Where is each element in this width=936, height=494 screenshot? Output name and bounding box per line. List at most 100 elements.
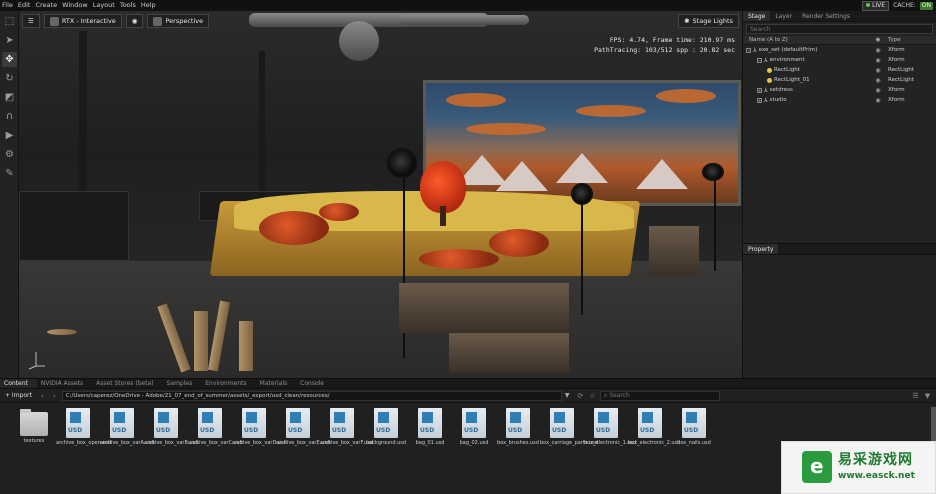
rotate-tool-icon[interactable]: ↻ [2,71,17,86]
stage-row-exe-set[interactable]: − ⅄ exe_set (defaultPrim) ◉ Xform [743,45,936,55]
scene-bush [259,211,329,245]
search-icon: ⌕ [603,391,608,399]
usd-badge: USD [332,427,347,434]
tab-asset-stores[interactable]: Asset Stores (beta) [92,379,162,388]
tab-console[interactable]: Console [296,379,333,388]
import-button[interactable]: + Import [2,392,35,399]
visibility-eye-icon[interactable]: ◉ [871,47,885,54]
usd-file-icon: USD [550,408,574,438]
asset-label: archive_box_varB.usd [144,440,199,446]
forward-arrow-icon[interactable]: › [50,392,59,400]
scene-bush [489,229,549,257]
usd-file-item[interactable]: USD background.usd [364,405,408,459]
content-search-input[interactable] [609,392,719,399]
menu-tools[interactable]: Tools [118,0,139,11]
column-type[interactable]: Type [885,37,936,43]
settings-button[interactable]: ☰ [22,14,40,28]
scene-cloud [576,105,646,117]
usd-file-item[interactable]: USD archive_box_varE.usd [276,405,330,459]
menu-edit[interactable]: Edit [16,0,34,11]
tab-layer[interactable]: Layer [770,11,797,21]
camera-icon [153,16,163,26]
dropdown-icon[interactable]: ▼ [565,392,573,399]
usd-file-icon: USD [418,408,442,438]
tab-property[interactable]: Property [743,244,779,254]
live-button[interactable]: LIVE [862,0,890,11]
visibility-eye-icon[interactable]: ◉ [871,67,885,74]
filter-icon[interactable]: ▼ [923,392,932,400]
stage-search-input[interactable] [750,25,932,33]
render-mode-button[interactable]: RTX - Interactive [43,14,122,28]
menu-file[interactable]: File [0,0,16,11]
bookmark-icon[interactable]: ☆ [588,392,597,400]
live-indicator-icon [866,3,871,7]
usd-file-item[interactable]: USD box_brushes.usd [496,405,540,459]
visibility-eye-icon[interactable]: ◉ [871,77,885,84]
stage-row-rectlight-01[interactable]: RectLight_01 ◉ RectLight [743,75,936,85]
expand-icon[interactable]: + [757,97,762,103]
scene-pillar [259,51,265,201]
property-panel: Property [742,243,936,378]
scene-wood [239,321,253,371]
usd-file-item[interactable]: USD archive_box_varB.usd [144,405,199,459]
usd-file-item[interactable]: USD bag_01.usd [408,405,452,459]
viewport[interactable]: ☰ RTX - Interactive ◉ Perspective ✺ Stag… [19,11,742,378]
usd-file-item[interactable]: USD archive_box_varA.usd [100,405,154,459]
usd-file-icon: USD [330,408,354,438]
menu-layout[interactable]: Layout [91,0,118,11]
usd-file-item[interactable]: USD bag_02.usd [452,405,496,459]
refresh-icon[interactable]: ⟳ [576,392,585,400]
menu-help[interactable]: Help [139,0,159,11]
physics-tool-icon[interactable]: ⚙ [2,147,17,162]
usd-file-item[interactable]: USD archive_box_varC.usd [188,405,243,459]
stage-row-rectlight[interactable]: RectLight ◉ RectLight [743,65,936,75]
usd-file-item[interactable]: USD box_nails.usd [672,405,716,459]
usd-file-item[interactable]: USD archive_box_varD.usd [232,405,287,459]
stage-panel: Stage Layer Render Settings Name (A to Z… [742,11,936,243]
tab-render-settings[interactable]: Render Settings [797,11,855,21]
menu-create[interactable]: Create [33,0,60,11]
list-view-icon[interactable]: ☰ [911,392,920,400]
usd-file-item[interactable]: USD box_electronic_1.usd [584,405,636,459]
watermark-title: 易采游戏网 [838,452,913,468]
tab-content[interactable]: Content [0,379,37,388]
collapse-icon[interactable]: − [757,57,762,63]
usd-file-icon: USD [242,408,266,438]
play-icon[interactable]: ▶ [2,128,17,143]
path-field[interactable]: C:/Users/caperez/OneDrive - Adobe/21_07_… [61,390,562,401]
tab-materials[interactable]: Materials [256,379,297,388]
cache-toggle[interactable]: ON [919,1,933,10]
pointer-tool-icon[interactable]: ➤ [2,33,17,48]
column-name[interactable]: Name (A to Z) [743,37,871,43]
stage-row-studio[interactable]: + ⅄ studio ◉ Xform [743,95,936,105]
visibility-button[interactable]: ◉ [125,14,144,28]
visibility-eye-icon[interactable]: ◉ [871,57,885,64]
usd-file-item[interactable]: USD archive_box_varF.usd [320,405,373,459]
tab-environments[interactable]: Environments [201,379,255,388]
stage-row-type: Xform [888,87,905,93]
snap-tool-icon[interactable]: ∩ [2,109,17,124]
scale-tool-icon[interactable]: ◩ [2,90,17,105]
usd-file-item[interactable]: USD box_carriage_parts.usd [540,405,598,459]
usd-file-item[interactable]: USD archive_box_open.usd [56,405,111,459]
move-tool-icon[interactable]: ✥ [2,52,17,67]
stage-row-type: RectLight [888,67,914,73]
stage-row-setdress[interactable]: + ⅄ setdress ◉ Xform [743,85,936,95]
usd-file-item[interactable]: USD box_electronic_2.usd [628,405,680,459]
visibility-eye-icon[interactable]: ◉ [871,97,885,104]
folder-item[interactable]: textures [12,405,56,459]
menu-window[interactable]: Window [60,0,91,11]
select-tool-icon[interactable]: ⬚ [2,14,17,29]
collapse-icon[interactable]: − [746,47,751,53]
tab-nvidia-assets[interactable]: NVIDIA Assets [37,379,92,388]
back-arrow-icon[interactable]: ‹ [38,392,47,400]
camera-button[interactable]: Perspective [147,14,210,28]
scene-mountain [556,153,608,183]
content-search: ⌕ [599,390,720,401]
tab-stage[interactable]: Stage [743,11,771,21]
tab-samples[interactable]: Samples [163,379,202,388]
visibility-eye-icon[interactable]: ◉ [871,87,885,94]
expand-icon[interactable]: + [757,87,762,93]
paint-tool-icon[interactable]: ✎ [2,166,17,181]
stage-row-environment[interactable]: − ⅄ environment ◉ Xform [743,55,936,65]
